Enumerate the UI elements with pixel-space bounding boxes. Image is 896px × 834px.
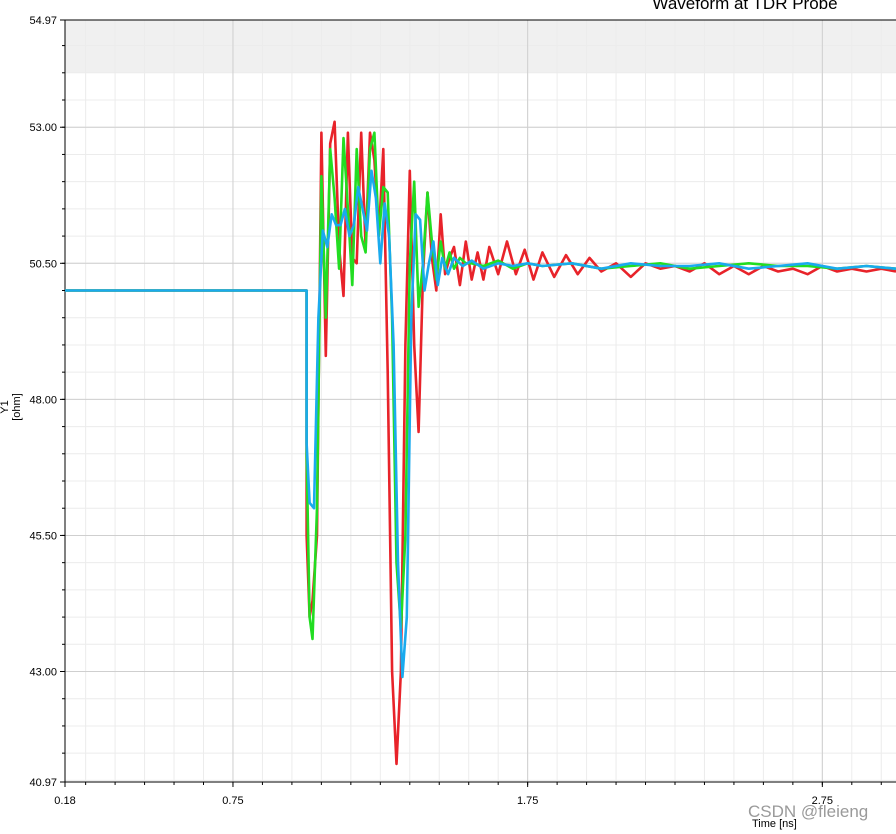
- y-tick-label: 40.97: [29, 777, 57, 789]
- y-axis-label: Y1 [ohm]: [0, 393, 23, 421]
- y-tick-label: 43.00: [29, 667, 57, 679]
- series-group: [65, 120, 896, 766]
- y-tick-label: 50.50: [29, 258, 57, 270]
- series-line-3: [65, 169, 896, 679]
- upper-shaded-band: [65, 20, 896, 73]
- grid-lines: [64, 19, 896, 783]
- series-line-1: [65, 120, 896, 766]
- x-tick-labels: 0.18 0.75 1.75 2.75: [54, 795, 833, 807]
- y-tick-label: 54.97: [29, 15, 57, 27]
- x-tick-label: 1.75: [517, 795, 538, 807]
- y-tick-label: 53.00: [29, 122, 57, 134]
- chart-title: Waveform at TDR Probe: [652, 0, 838, 13]
- chart-canvas: 40.97 43.00 45.50 48.00 50.50 53.00 54.97 0.18…: [29, 15, 896, 807]
- y-tick-label: 45.50: [29, 530, 57, 542]
- y-tick-labels: 40.97 43.00 45.50 48.00 50.50 53.00 54.97: [29, 15, 57, 789]
- y-tick-label: 48.00: [29, 394, 57, 406]
- x-tick-label: 0.18: [54, 795, 75, 807]
- watermark-text: CSDN @fleieng: [748, 802, 869, 821]
- x-tick-label: 0.75: [222, 795, 243, 807]
